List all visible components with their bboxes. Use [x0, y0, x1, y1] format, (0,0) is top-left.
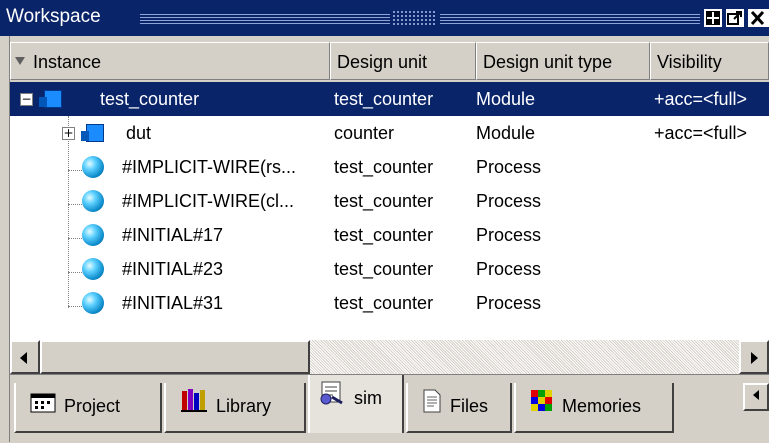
close-icon[interactable]	[748, 9, 769, 27]
tab-project[interactable]: Project	[14, 383, 162, 433]
tab-strip: Project Library sim Files Memories	[10, 374, 769, 443]
tab-library[interactable]: Library	[164, 383, 306, 433]
project-icon	[30, 384, 56, 430]
column-header-label: Design unit type	[483, 52, 613, 72]
window-title: Workspace	[6, 6, 101, 27]
scroll-thumb[interactable]	[40, 340, 310, 374]
title-grip-right	[440, 14, 700, 18]
column-header-label: Design unit	[337, 52, 428, 72]
design-unit-type: Module	[476, 89, 536, 109]
tree-row[interactable]: #IMPLICIT-WIRE(cl... test_counter Proces…	[10, 184, 769, 218]
column-header-visibility[interactable]: Visibility	[650, 42, 769, 80]
tab-files[interactable]: Files	[406, 383, 512, 433]
tab-label: Memories	[562, 396, 642, 416]
instance-name: #IMPLICIT-WIRE(rs...	[122, 157, 297, 177]
scroll-left-button[interactable]	[10, 340, 40, 374]
scroll-right-button[interactable]	[739, 340, 769, 374]
design-unit-type: Process	[476, 293, 542, 313]
design-unit: test_counter	[334, 259, 434, 279]
instance-name: #INITIAL#17	[122, 225, 224, 245]
tab-label: Project	[64, 396, 121, 416]
tab-sim[interactable]: sim	[308, 375, 404, 433]
scroll-track[interactable]	[310, 340, 739, 374]
collapse-icon[interactable]: −	[20, 93, 33, 106]
tab-scroll-left-button[interactable]	[743, 383, 769, 411]
instance-name: #INITIAL#31	[122, 293, 224, 313]
tab-label: sim	[354, 388, 382, 408]
tab-label: Files	[450, 396, 489, 416]
visibility: +acc=<full>	[654, 123, 748, 143]
title-grip-left	[140, 14, 390, 18]
tree-row[interactable]: + dut counter Module +acc=<full>	[10, 116, 769, 150]
design-unit-type: Process	[476, 225, 542, 245]
tab-memories[interactable]: Memories	[514, 383, 674, 433]
process-icon	[82, 258, 104, 280]
column-header-label: Visibility	[657, 52, 722, 72]
arrow-right-icon	[751, 352, 758, 364]
files-icon	[422, 384, 442, 430]
column-header-design-unit-type[interactable]: Design unit type	[476, 42, 650, 80]
design-unit: test_counter	[334, 191, 434, 211]
memories-icon	[530, 384, 554, 430]
title-grip-left-2	[140, 20, 390, 24]
left-border	[0, 36, 10, 442]
design-unit: counter	[334, 123, 395, 143]
sim-icon	[318, 376, 346, 422]
design-unit: test_counter	[334, 225, 434, 245]
expand-icon[interactable]: +	[62, 127, 75, 140]
module-icon	[81, 124, 104, 142]
instance-tree: − test_counter test_counter Module +acc=…	[10, 82, 769, 340]
column-header-instance[interactable]: Instance	[10, 42, 330, 80]
tree-row[interactable]: − test_counter test_counter Module +acc=…	[10, 82, 769, 116]
design-unit: test_counter	[334, 293, 434, 313]
process-icon	[82, 292, 104, 314]
design-unit-type: Process	[476, 259, 542, 279]
design-unit-type: Process	[476, 157, 542, 177]
design-unit-type: Module	[476, 123, 536, 143]
tree-row[interactable]: #INITIAL#17 test_counter Process	[10, 218, 769, 252]
arrow-left-icon	[753, 390, 759, 400]
workspace-window: Workspace Instance Design unit Design un…	[0, 0, 769, 443]
instance-name: dut	[126, 123, 152, 143]
process-icon	[82, 156, 104, 178]
undock-icon[interactable]	[726, 9, 744, 27]
title-grip-right-2	[440, 20, 700, 24]
library-icon	[180, 384, 208, 430]
grip-dots-icon	[392, 10, 436, 26]
tree-row[interactable]: #IMPLICIT-WIRE(rs... test_counter Proces…	[10, 150, 769, 184]
instance-name: test_counter	[100, 89, 200, 109]
tree-row[interactable]: #INITIAL#31 test_counter Process	[10, 286, 769, 320]
add-pane-icon[interactable]	[704, 9, 722, 27]
design-unit: test_counter	[334, 157, 434, 177]
visibility: +acc=<full>	[654, 89, 748, 109]
column-header-design-unit[interactable]: Design unit	[330, 42, 476, 80]
design-unit: test_counter	[334, 89, 434, 109]
process-icon	[82, 190, 104, 212]
sort-arrow-icon	[15, 57, 25, 65]
design-unit-type: Process	[476, 191, 542, 211]
column-header-label: Instance	[33, 52, 102, 72]
tree-row[interactable]: #INITIAL#23 test_counter Process	[10, 252, 769, 286]
horizontal-scrollbar[interactable]	[10, 340, 769, 374]
title-bar[interactable]: Workspace	[0, 0, 769, 36]
instance-name: #IMPLICIT-WIRE(cl...	[122, 191, 295, 211]
tab-label: Library	[216, 396, 272, 416]
process-icon	[82, 224, 104, 246]
column-header-row: Instance Design unit Design unit type Vi…	[10, 42, 769, 82]
module-icon	[39, 90, 62, 108]
arrow-left-icon	[20, 352, 27, 364]
instance-name: #INITIAL#23	[122, 259, 224, 279]
